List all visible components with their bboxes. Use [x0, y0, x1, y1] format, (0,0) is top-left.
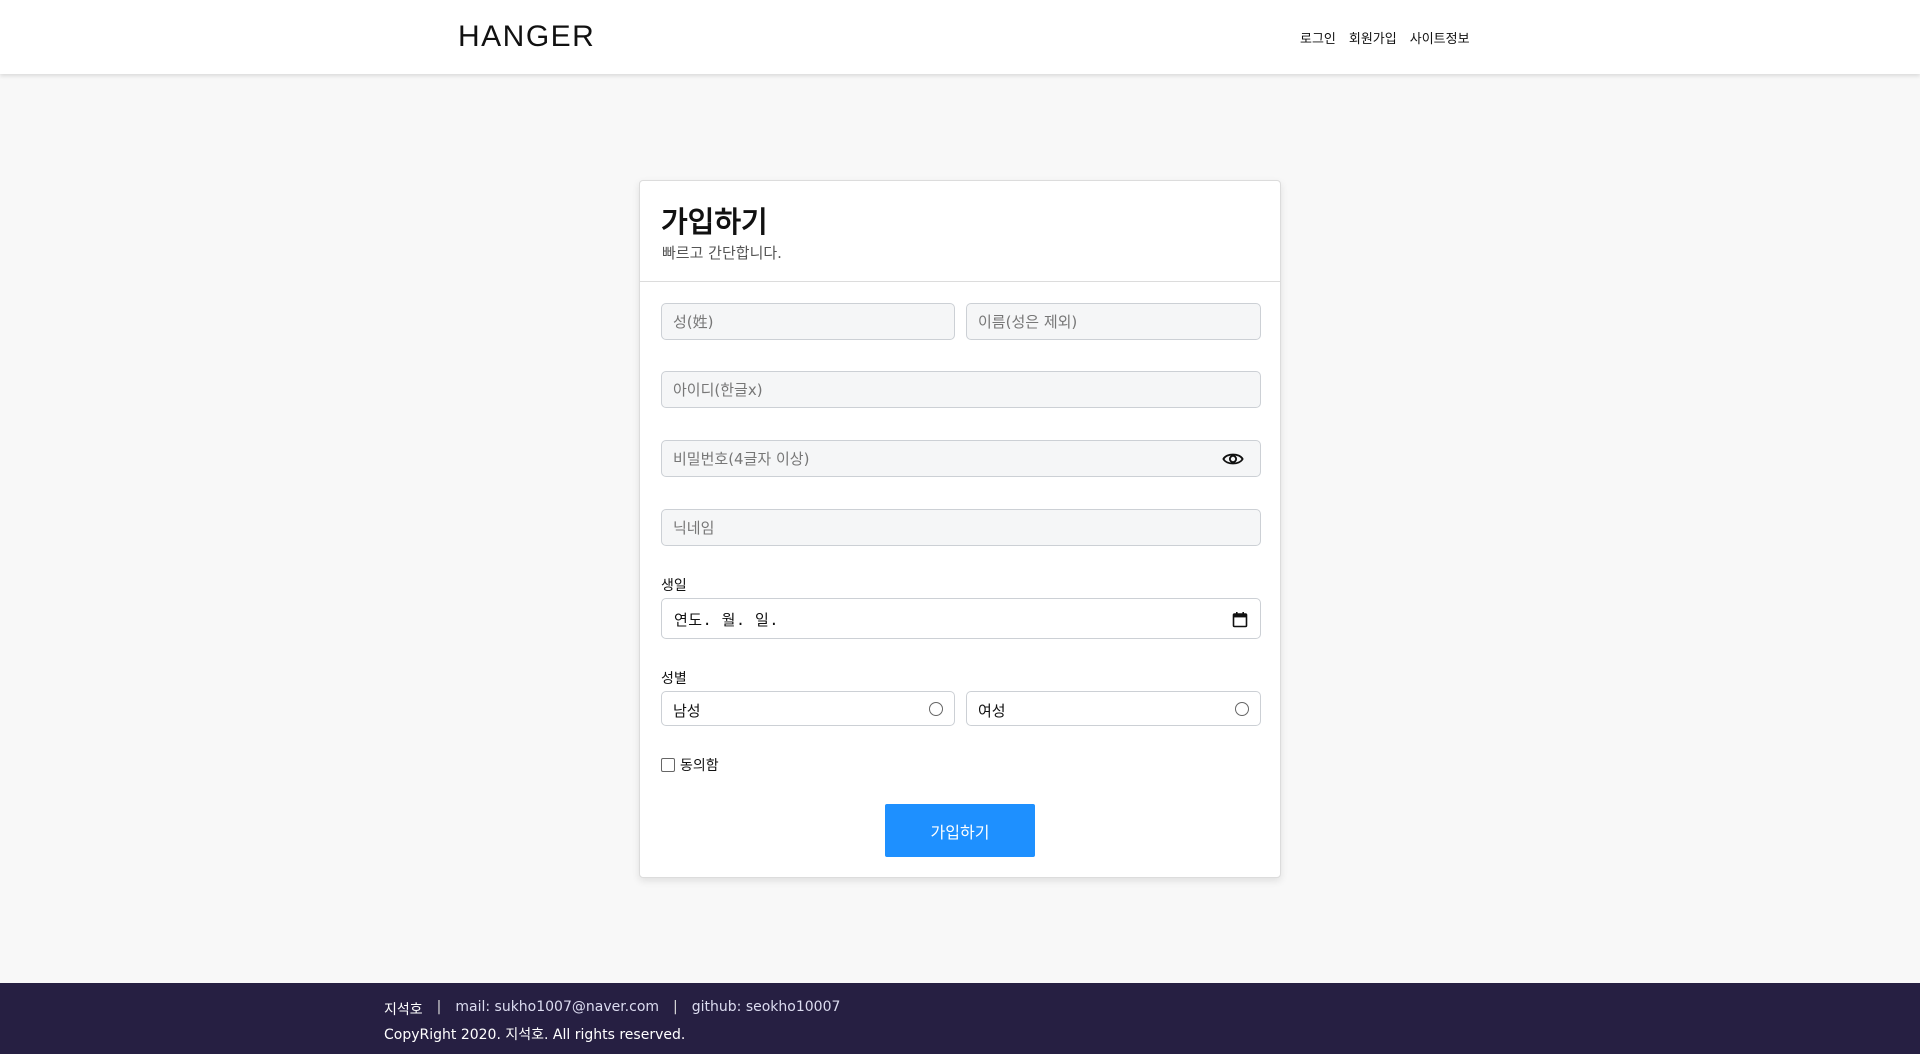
signup-submit-button[interactable]: 가입하기 [885, 804, 1035, 857]
gender-male-option[interactable]: 남성 [661, 691, 955, 726]
gender-female-option[interactable]: 여성 [966, 691, 1261, 726]
first-name-input[interactable] [966, 303, 1261, 340]
agree-option[interactable]: 동의함 [661, 755, 719, 775]
footer-github: github: seokho10007 [691, 999, 841, 1015]
password-input[interactable] [661, 440, 1261, 477]
nickname-input[interactable] [661, 509, 1261, 546]
id-input[interactable] [661, 371, 1261, 408]
signup-subtitle: 빠르고 간단합니다. [662, 244, 782, 262]
signup-card: 가입하기 빠르고 간단합니다. 생일 연도. 월. 일. 성별 남성 여성 [639, 180, 1281, 878]
agree-label: 동의함 [680, 758, 719, 774]
agree-checkbox[interactable] [661, 758, 675, 772]
footer-copyright: CopyRight 2020. 지석호. All rights reserved… [384, 1027, 686, 1043]
footer-mail: mail: sukho1007@naver.com [455, 999, 660, 1015]
calendar-icon[interactable] [1232, 611, 1248, 628]
gender-male-label: 남성 [673, 702, 701, 720]
signup-card-header: 가입하기 빠르고 간단합니다. [640, 181, 1280, 282]
birthday-date-input[interactable]: 연도. 월. 일. [661, 598, 1261, 639]
nav-signup-link[interactable]: 회원가입 [1349, 28, 1397, 47]
footer-contact: 지석호 | mail: sukho1007@naver.com | github… [384, 999, 840, 1019]
top-nav: 로그인 회원가입 사이트정보 [1300, 28, 1470, 47]
footer-separator: | [436, 999, 442, 1015]
nav-login-link[interactable]: 로그인 [1300, 28, 1336, 47]
signup-title: 가입하기 [661, 205, 768, 239]
footer-author-name: 지석호 [384, 1002, 423, 1018]
birthday-date-value: 연도. 월. 일. [674, 611, 779, 629]
gender-female-radio[interactable] [1235, 702, 1249, 716]
gender-label: 성별 [661, 671, 687, 687]
site-logo[interactable]: HANGER [458, 20, 595, 54]
page-footer: 지석호 | mail: sukho1007@naver.com | github… [0, 983, 1920, 1054]
footer-separator: | [673, 999, 678, 1015]
birthday-label: 생일 [661, 578, 687, 594]
gender-female-label: 여성 [978, 702, 1006, 720]
last-name-input[interactable] [661, 303, 955, 340]
gender-male-radio[interactable] [929, 702, 943, 716]
show-password-eye-icon[interactable] [1222, 448, 1244, 470]
top-header: HANGER 로그인 회원가입 사이트정보 [0, 0, 1920, 74]
nav-site-info-link[interactable]: 사이트정보 [1410, 28, 1470, 47]
